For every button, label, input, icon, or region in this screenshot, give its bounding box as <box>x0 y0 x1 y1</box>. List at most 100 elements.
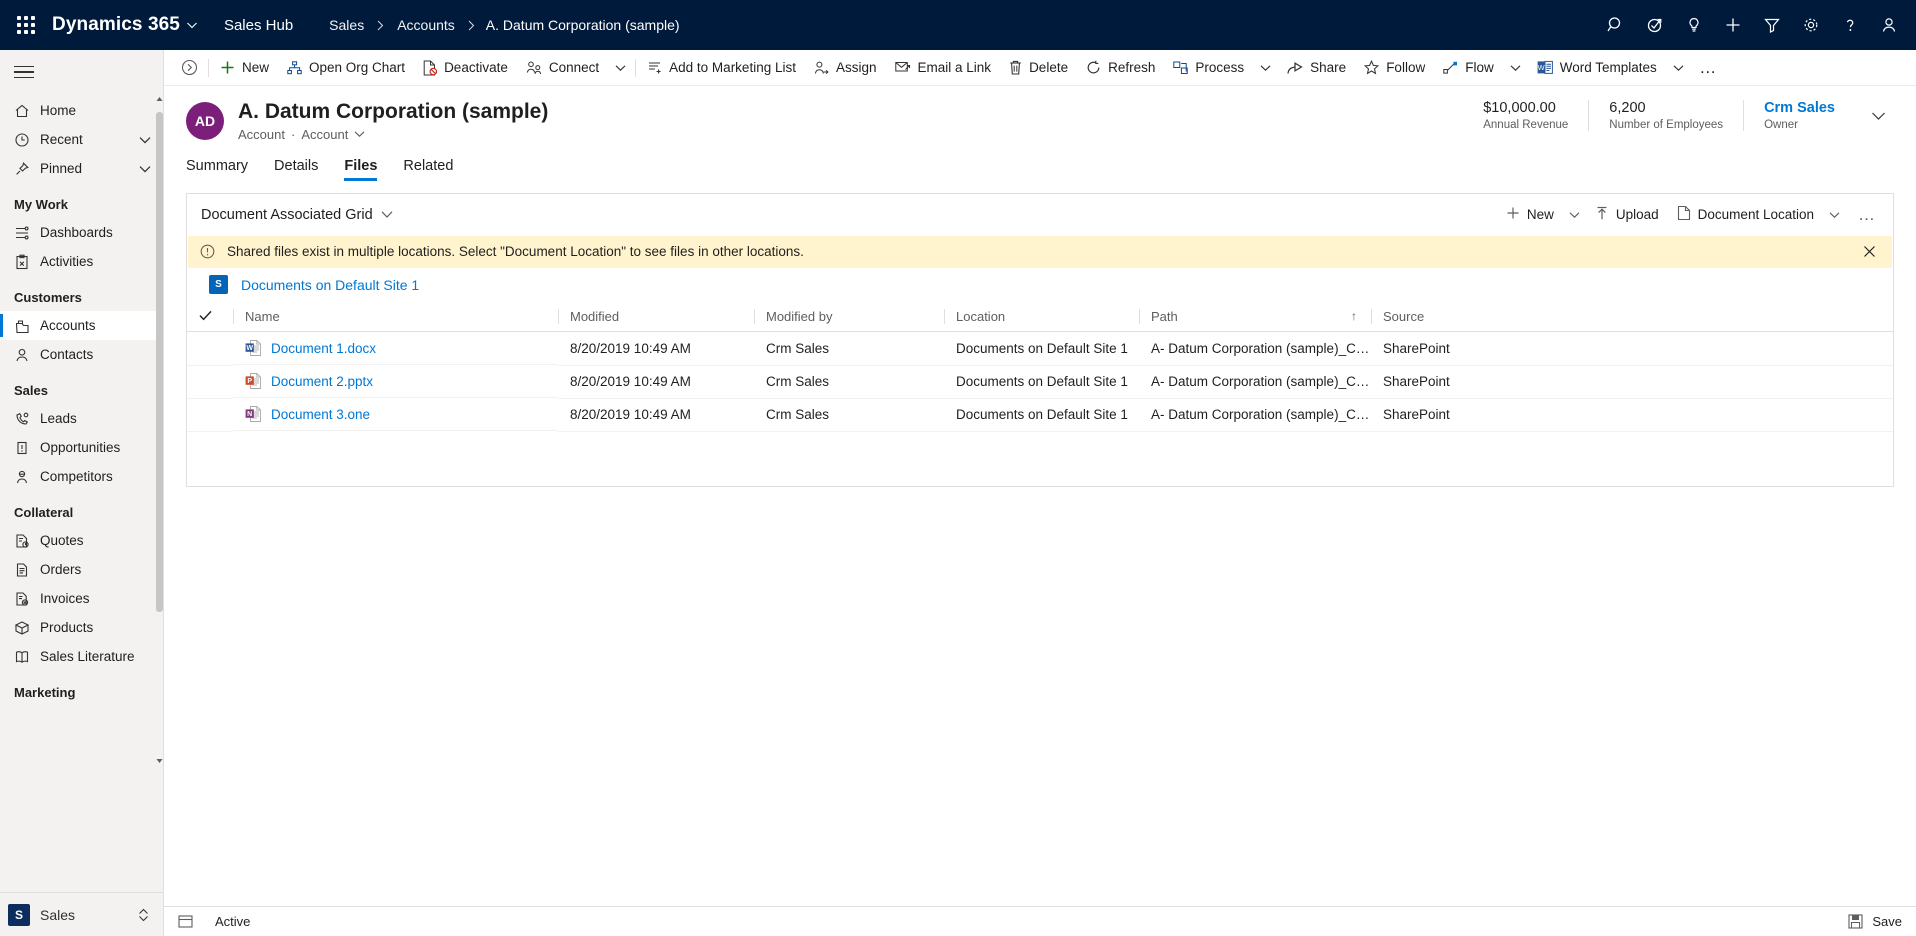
assign-icon <box>814 61 829 75</box>
sidebar-item-label: Contacts <box>40 347 94 362</box>
close-icon[interactable] <box>1859 241 1880 262</box>
table-row[interactable]: W Document 1.docx 8/20/2019 10:49 AM Crm Sa… <box>187 331 1893 366</box>
share-button[interactable]: Share <box>1278 50 1355 86</box>
select-all-checkbox[interactable] <box>187 301 233 333</box>
column-header-location[interactable]: Location <box>944 301 1139 333</box>
panel-overflow-button[interactable]: … <box>1846 199 1887 231</box>
save-button[interactable]: Save <box>1848 914 1902 929</box>
assign-button[interactable]: Assign <box>805 50 886 86</box>
form-status-icon[interactable] <box>178 914 193 929</box>
process-caret[interactable] <box>1253 50 1278 86</box>
sidebar-item-products[interactable]: Products <box>0 613 163 642</box>
assistant-icon[interactable] <box>1635 0 1674 50</box>
app-launcher-icon[interactable] <box>0 16 52 34</box>
header-expand-chevron-icon[interactable] <box>1855 111 1898 121</box>
process-button[interactable]: Process <box>1164 50 1253 86</box>
scroll-down-icon[interactable] <box>156 756 163 766</box>
add-new-icon[interactable] <box>1713 0 1752 50</box>
column-header-name[interactable]: Name <box>233 301 558 333</box>
sidebar-item-opportunities[interactable]: Opportunities <box>0 433 163 462</box>
file-name-link[interactable]: Document 2.pptx <box>271 374 373 389</box>
sidebar-item-quotes[interactable]: Quotes <box>0 526 163 555</box>
user-profile-icon[interactable] <box>1869 0 1908 50</box>
document-location-button[interactable]: Document Location <box>1668 199 1823 231</box>
chevron-down-icon[interactable] <box>186 19 198 31</box>
site-map-toggle[interactable] <box>0 50 163 94</box>
new-document-button[interactable]: New <box>1497 199 1563 231</box>
sidebar-item-recent[interactable]: Recent <box>0 125 163 154</box>
stat-value[interactable]: Crm Sales <box>1764 100 1835 116</box>
command-overflow-button[interactable]: … <box>1691 50 1725 86</box>
word-templates-caret[interactable] <box>1666 50 1691 86</box>
tab-related[interactable]: Related <box>403 158 453 181</box>
sidebar-item-pinned[interactable]: Pinned <box>0 154 163 183</box>
table-row[interactable]: N Document 3.one 8/20/2019 10:49 AM Crm Sal… <box>187 398 1893 432</box>
document-location-caret[interactable] <box>1823 199 1846 231</box>
scrollbar-thumb[interactable] <box>156 112 163 612</box>
sidebar-item-contacts[interactable]: Contacts <box>0 340 163 369</box>
chevron-updown-icon[interactable] <box>138 907 149 923</box>
follow-button[interactable]: Follow <box>1355 50 1434 86</box>
cell-name: W Document 1.docx <box>233 332 558 366</box>
flow-button[interactable]: Flow <box>1434 50 1503 86</box>
app-name-label[interactable]: Sales Hub <box>224 17 293 34</box>
app-badge: S <box>8 903 30 926</box>
table-row[interactable]: P Document 2.pptx 8/20/2019 10:49 AM Crm Sa… <box>187 365 1893 399</box>
sidebar-item-dashboards[interactable]: Dashboards <box>0 218 163 247</box>
chevron-down-icon[interactable] <box>354 130 365 138</box>
chevron-down-icon[interactable] <box>373 210 401 219</box>
help-question-icon[interactable] <box>1830 0 1869 50</box>
cell-name: P Document 2.pptx <box>233 365 558 399</box>
search-icon[interactable] <box>1596 0 1635 50</box>
scroll-up-icon[interactable] <box>156 94 163 104</box>
file-name-link[interactable]: Document 1.docx <box>271 341 376 356</box>
collapse-chevron-icon[interactable] <box>172 50 206 86</box>
tab-summary[interactable]: Summary <box>186 158 248 181</box>
sidebar-item-orders[interactable]: Orders <box>0 555 163 584</box>
connect-button[interactable]: Connect <box>517 50 608 86</box>
filter-icon[interactable] <box>1752 0 1791 50</box>
connect-caret[interactable] <box>608 50 633 86</box>
sidebar-item-sales-literature[interactable]: Sales Literature <box>0 642 163 671</box>
tab-files[interactable]: Files <box>344 158 378 181</box>
sidebar-item-accounts[interactable]: Accounts <box>0 311 163 340</box>
document-location-link[interactable]: Documents on Default Site 1 <box>241 277 419 293</box>
row-checkbox[interactable] <box>187 365 233 399</box>
sidebar-item-activities[interactable]: Activities <box>0 247 163 276</box>
lightbulb-icon[interactable] <box>1674 0 1713 50</box>
open-org-chart-button[interactable]: Open Org Chart <box>278 50 414 86</box>
word-templates-button[interactable]: W Word Templates <box>1528 50 1666 86</box>
flow-caret[interactable] <box>1503 50 1528 86</box>
sidebar-item-home[interactable]: Home <box>0 96 163 125</box>
refresh-icon <box>1086 60 1101 75</box>
column-header-source[interactable]: Source <box>1371 301 1893 333</box>
sidebar-item-competitors[interactable]: Competitors <box>0 462 163 491</box>
new-button[interactable]: New <box>211 50 278 86</box>
column-header-path[interactable]: Path ↑ <box>1139 301 1371 333</box>
app-switcher[interactable]: S Sales <box>0 892 163 936</box>
file-name-link[interactable]: Document 3.one <box>271 407 370 422</box>
refresh-button[interactable]: Refresh <box>1077 50 1164 86</box>
tab-details[interactable]: Details <box>274 158 318 181</box>
row-checkbox[interactable] <box>187 398 233 432</box>
sidebar-item-invoices[interactable]: Invoices <box>0 584 163 613</box>
sidebar-group-customers: Customers <box>14 290 82 305</box>
upload-button[interactable]: Upload <box>1586 199 1668 231</box>
chevron-down-icon[interactable] <box>139 165 151 173</box>
delete-button[interactable]: Delete <box>1000 50 1077 86</box>
sidebar-item-leads[interactable]: Leads <box>0 404 163 433</box>
column-header-modified-by[interactable]: Modified by <box>754 301 944 333</box>
sidebar-scrollbar[interactable] <box>156 94 163 766</box>
email-a-link-button[interactable]: Email a Link <box>886 50 1001 86</box>
settings-gear-icon[interactable] <box>1791 0 1830 50</box>
cell-location: Documents on Default Site 1 <box>944 331 1139 366</box>
breadcrumb-item-sales[interactable]: Sales <box>327 17 366 33</box>
add-to-marketing-list-button[interactable]: Add to Marketing List <box>638 50 805 86</box>
word-file-icon: W <box>245 339 261 357</box>
column-header-modified[interactable]: Modified <box>558 301 754 333</box>
new-document-caret[interactable] <box>1563 199 1586 231</box>
breadcrumb-item-accounts[interactable]: Accounts <box>395 17 457 33</box>
chevron-down-icon[interactable] <box>139 136 151 144</box>
row-checkbox[interactable] <box>187 331 233 366</box>
deactivate-button[interactable]: Deactivate <box>414 50 517 86</box>
